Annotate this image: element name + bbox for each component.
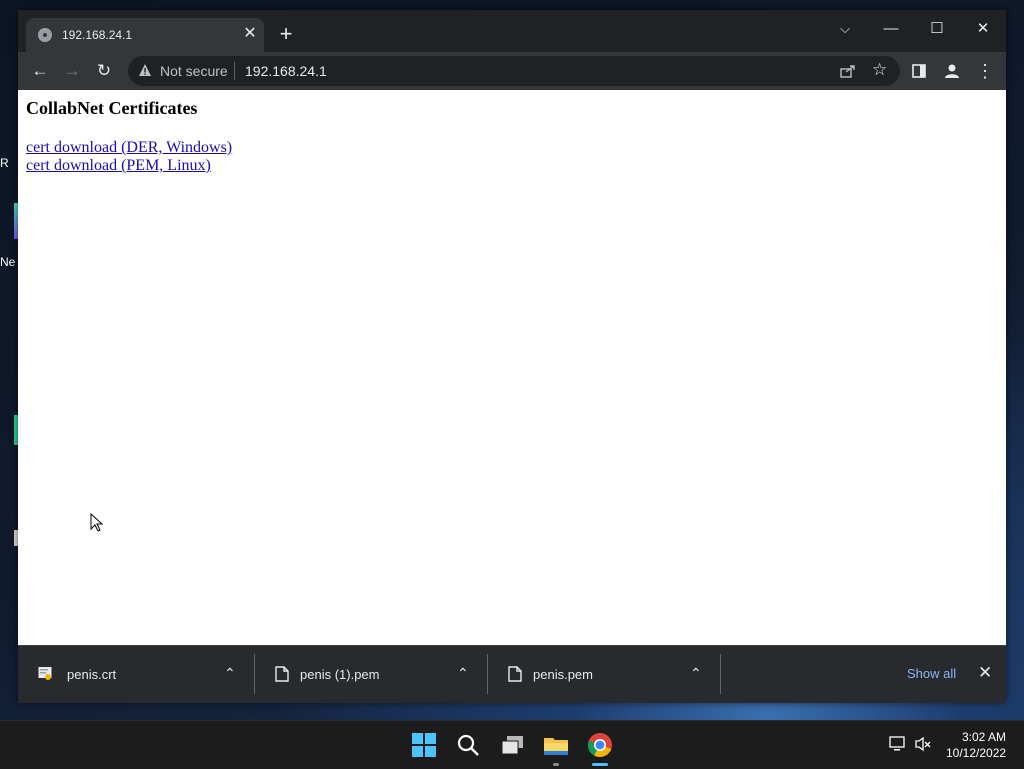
start-icon[interactable] [408, 729, 440, 761]
tab-search-icon[interactable]: ⌵ [822, 14, 868, 44]
address-bar[interactable]: Not secure 192.168.24.1 ☆ [128, 56, 900, 86]
download-item[interactable]: penis (1).pem ⌃ [255, 646, 487, 703]
close-tab-icon[interactable]: ✕ [240, 24, 260, 44]
reload-icon[interactable]: ↻ [92, 60, 116, 82]
clock-date: 10/12/2022 [946, 746, 1007, 760]
back-icon[interactable]: ← [28, 60, 52, 82]
not-secure-label[interactable]: Not secure [160, 63, 228, 79]
search-icon[interactable] [452, 729, 484, 761]
omnibox-divider [234, 62, 235, 80]
cert-der-windows-link[interactable]: cert download (DER, Windows) [26, 139, 232, 157]
menu-kebab-icon[interactable]: ⋮ [973, 60, 997, 82]
browser-titlebar: 192.168.24.1 ✕ + ⌵ — ☐ ✕ [18, 10, 1006, 52]
desktop-label-fragment: R [0, 156, 9, 170]
forward-icon[interactable]: → [60, 60, 84, 82]
chrome-icon[interactable] [584, 729, 616, 761]
download-filename: penis (1).pem [300, 667, 380, 682]
app-active-indicator [592, 763, 608, 766]
clock-time: 3:02 AM [961, 730, 1006, 744]
profile-icon[interactable] [944, 63, 960, 79]
page-heading: CollabNet Certificates [26, 98, 198, 118]
bookmark-star-icon[interactable]: ☆ [872, 60, 887, 80]
download-divider [720, 654, 721, 694]
download-item[interactable]: penis.crt ⌃ [18, 646, 254, 703]
chevron-up-icon[interactable]: ⌃ [457, 665, 469, 682]
maximize-button[interactable]: ☐ [914, 14, 960, 44]
share-icon[interactable] [840, 64, 856, 78]
desktop-label-fragment: Ne [0, 255, 16, 269]
url-text[interactable]: 192.168.24.1 [245, 63, 327, 79]
tab-title: 192.168.24.1 [62, 28, 133, 42]
certificate-file-icon [38, 667, 52, 680]
file-icon [275, 666, 289, 682]
cert-pem-linux-link[interactable]: cert download (PEM, Linux) [26, 157, 211, 175]
close-download-bar-icon[interactable]: ✕ [978, 663, 992, 683]
download-shelf: penis.crt ⌃ penis (1).pem ⌃ penis.pem ⌃ … [18, 645, 1006, 703]
mouse-cursor-icon [90, 513, 104, 532]
system-clock[interactable]: 3:02 AM 10/12/2022 [946, 729, 1006, 761]
new-tab-button[interactable]: + [274, 23, 298, 47]
minimize-button[interactable]: — [868, 14, 914, 44]
show-all-button[interactable]: Show all [907, 666, 956, 681]
chevron-up-icon[interactable]: ⌃ [224, 665, 236, 682]
close-window-button[interactable]: ✕ [960, 14, 1006, 44]
warning-icon[interactable] [138, 63, 152, 77]
chevron-up-icon[interactable]: ⌃ [690, 665, 702, 682]
task-view-icon[interactable] [497, 729, 529, 761]
download-item[interactable]: penis.pem ⌃ [488, 646, 720, 703]
browser-toolbar: ← → ↻ Not secure 192.168.24.1 ☆ ⋮ [18, 52, 1006, 90]
file-explorer-icon[interactable] [540, 729, 572, 761]
file-icon [508, 666, 522, 682]
download-filename: penis.crt [67, 667, 117, 682]
browser-window: 192.168.24.1 ✕ + ⌵ — ☐ ✕ ← → ↻ Not secur… [18, 10, 1006, 703]
globe-icon [38, 28, 52, 42]
volume-muted-icon[interactable] [914, 735, 932, 753]
taskbar: 3:02 AM 10/12/2022 [0, 720, 1024, 769]
page-content: CollabNet Certificates cert download (DE… [18, 90, 1006, 645]
app-open-indicator [553, 763, 559, 766]
download-filename: penis.pem [533, 667, 593, 682]
tab-active[interactable]: 192.168.24.1 ✕ [26, 18, 264, 52]
network-icon[interactable] [889, 735, 907, 753]
side-panel-icon[interactable] [912, 64, 926, 78]
